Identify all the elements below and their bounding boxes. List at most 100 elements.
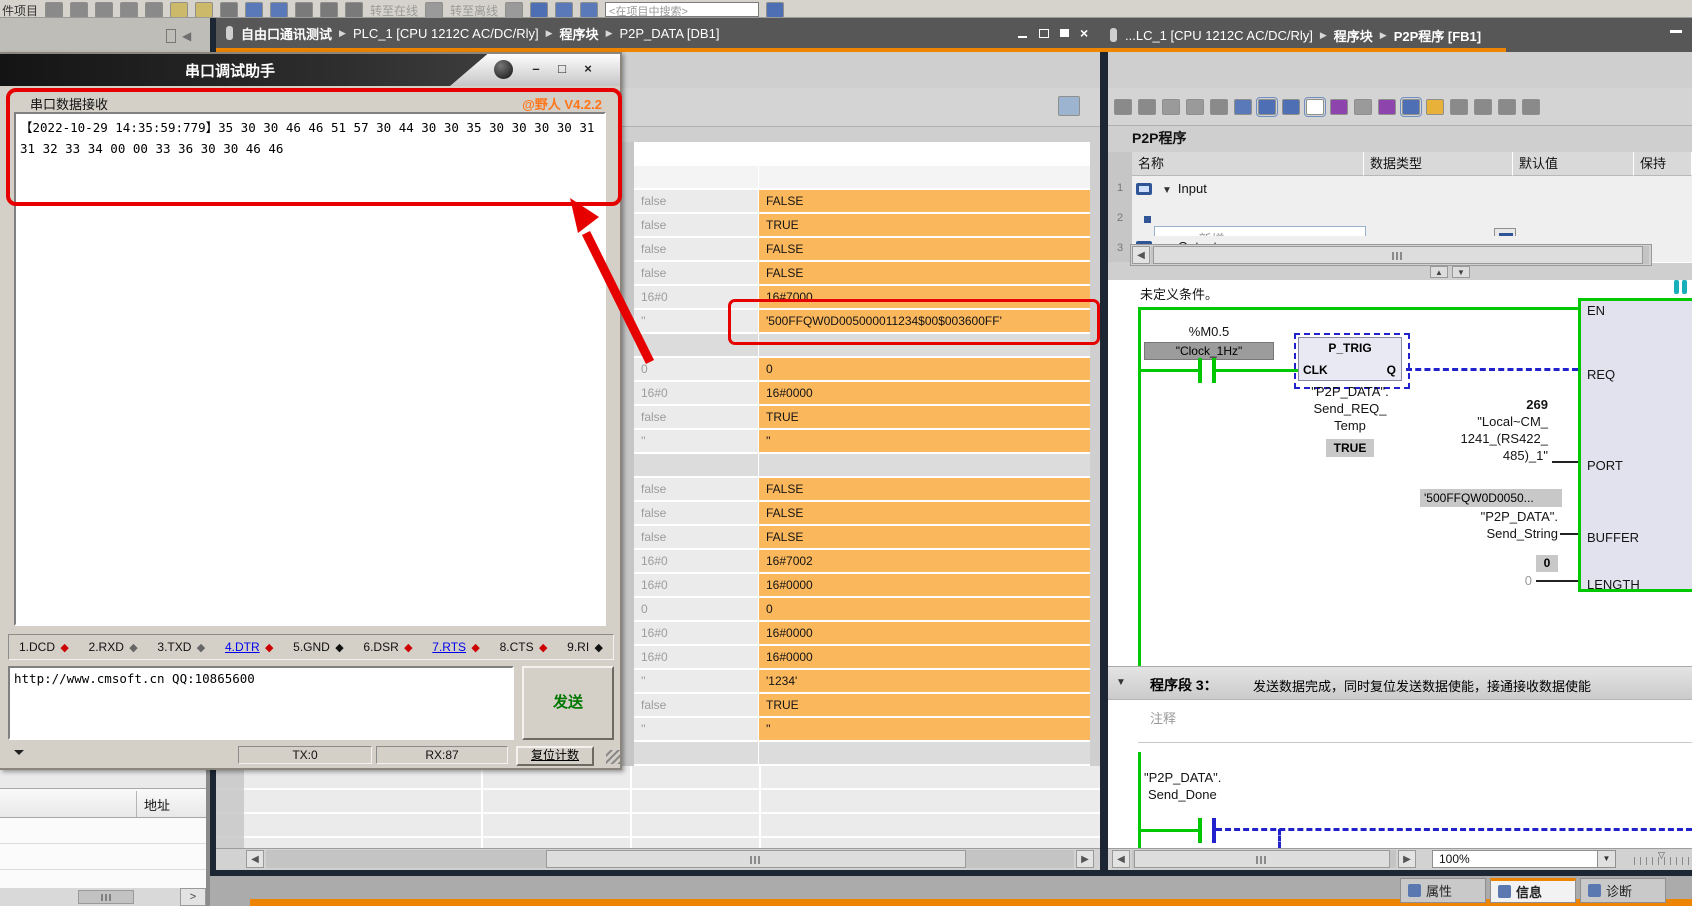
start-value-cell[interactable]: false [634, 262, 758, 284]
table-row[interactable]: false FALSE [634, 190, 1090, 212]
db-editor-titlebar[interactable]: 自由口通讯测试▶PLC_1 [CPU 1212C AC/DC/Rly]▶程序块▶… [216, 18, 1100, 52]
operand-ghost-icon[interactable] [1354, 99, 1372, 115]
maximize-icon[interactable]: □ [554, 61, 570, 77]
table-row[interactable]: false TRUE [634, 694, 1090, 716]
start-value-cell[interactable]: false [634, 694, 758, 716]
monitor-value-cell[interactable]: 16#0000 [759, 646, 1090, 668]
send-p2p-block[interactable]: EN REQ PORT BUFFER LENGTH [1578, 298, 1692, 592]
monitor-value-cell[interactable]: FALSE [759, 190, 1090, 212]
buffer-operand[interactable]: "P2P_DATA". [1408, 509, 1558, 524]
table-row[interactable] [634, 454, 1090, 476]
table-row[interactable]: false TRUE [634, 406, 1090, 428]
compile-icon[interactable] [220, 2, 238, 18]
monitor-value-cell[interactable]: '1234' [759, 670, 1090, 692]
go-online-label[interactable]: 转至在线 [370, 2, 418, 18]
minimize-icon[interactable] [1670, 30, 1682, 33]
start-value-cell[interactable]: 0 [634, 598, 758, 620]
left-panel-hscrollbar[interactable]: > [0, 888, 206, 906]
monitor-value-cell[interactable] [759, 334, 1090, 356]
table-row[interactable] [634, 742, 1090, 764]
absolute-operand-icon[interactable] [1330, 99, 1348, 115]
breadcrumb-item[interactable]: 自由口通讯测试 [241, 24, 332, 43]
collapse-networks-icon[interactable] [1258, 99, 1276, 115]
var-row-input[interactable]: ▼Input [1132, 176, 1692, 203]
restore-icon[interactable] [1038, 28, 1050, 39]
go-offline-icon[interactable] [505, 2, 523, 18]
receive-data-area[interactable]: 【2022-10-29 14:35:59:779】35 30 30 46 46 … [14, 112, 606, 626]
monitor-value-cell[interactable]: 16#0000 [759, 622, 1090, 644]
table-row[interactable]: 16#0 16#0000 [634, 622, 1090, 644]
scrollbar-thumb[interactable] [1153, 246, 1643, 264]
paste-icon[interactable] [120, 2, 138, 18]
monitor-value-cell[interactable]: 16#0000 [759, 382, 1090, 404]
buffer-operand[interactable]: Send_String [1408, 526, 1558, 541]
table-row[interactable]: 0 0 [634, 358, 1090, 380]
scroll-left-icon[interactable]: ◀ [246, 850, 264, 868]
scroll-left-icon[interactable]: ◀ [1132, 246, 1150, 264]
symbolic-operand-icon[interactable] [1378, 99, 1396, 115]
monitoring-icon[interactable] [1522, 99, 1540, 115]
table-row[interactable] [634, 166, 1090, 188]
col-default[interactable]: 默认值 [1513, 152, 1634, 176]
table-row[interactable]: 16#0 16#0000 [634, 574, 1090, 596]
table-row[interactable]: 16#0 16#0000 [634, 646, 1090, 668]
start-value-cell[interactable]: '' [634, 670, 758, 692]
breadcrumb-item[interactable]: PLC_1 [CPU 1212C AC/DC/Rly] [353, 26, 539, 41]
breadcrumb-item[interactable]: 程序块 [560, 24, 599, 43]
table-row[interactable]: '' '' [634, 430, 1090, 452]
serial-debug-window[interactable]: 串口调试助手 – □ × 串口数据接收 @野人 V4.2.2 【2022-10-… [0, 52, 622, 770]
close-icon[interactable]: × [1080, 28, 1092, 39]
scrollbar-thumb[interactable] [1134, 850, 1390, 868]
delete-network-icon[interactable] [1138, 99, 1156, 115]
start-value-cell[interactable]: 16#0 [634, 574, 758, 596]
var-name[interactable]: Input [1178, 181, 1207, 196]
status-tab[interactable]: 诊断 [1580, 878, 1666, 903]
send-data-input[interactable]: http://www.cmsoft.cn QQ:10865600 [8, 666, 514, 740]
start-value-cell[interactable]: '' [634, 310, 758, 332]
insert-row-icon[interactable] [1162, 99, 1180, 115]
collapse-network-icon[interactable]: ▼ [1116, 677, 1126, 688]
port-operand[interactable]: 485)_1" [1408, 448, 1548, 463]
upload-icon[interactable] [270, 2, 288, 18]
scroll-left-icon[interactable]: ◀ [1112, 850, 1130, 868]
p-trig-block[interactable]: P_TRIG CLK Q [1298, 337, 1402, 381]
start-value-cell[interactable]: false [634, 214, 758, 236]
start-value-cell[interactable]: 16#0 [634, 550, 758, 572]
monitor-value-cell[interactable] [759, 166, 1090, 188]
monitor-value-cell[interactable]: 0 [759, 358, 1090, 380]
col-datatype[interactable]: 数据类型 [1364, 152, 1513, 176]
copy-icon[interactable] [95, 2, 113, 18]
monitor-value-cell[interactable]: 0 [759, 598, 1090, 620]
monitor-value-cell[interactable] [759, 742, 1090, 764]
start-value-cell[interactable]: false [634, 406, 758, 428]
trig-operand[interactable]: Send_REQ_ [1298, 401, 1402, 416]
send-button[interactable]: 发送 [522, 666, 614, 740]
breadcrumb-item[interactable]: ...LC_1 [CPU 1212C AC/DC/Rly] [1125, 28, 1313, 43]
add-row-icon[interactable] [1186, 99, 1204, 115]
monitor-value-cell[interactable]: FALSE [759, 502, 1090, 524]
project-search-icon[interactable] [766, 2, 784, 18]
cut-icon[interactable] [70, 2, 88, 18]
done-operand[interactable]: Send_Done [1148, 787, 1272, 802]
start-value-cell[interactable]: 16#0 [634, 622, 758, 644]
monitor-value-cell[interactable]: 16#7002 [759, 550, 1090, 572]
table-row[interactable]: false FALSE [634, 526, 1090, 548]
monitor-value-cell[interactable]: FALSE [759, 478, 1090, 500]
col-name[interactable]: 名称 [1132, 152, 1364, 176]
monitor-value-cell[interactable]: FALSE [759, 262, 1090, 284]
port-operand[interactable]: 1241_(RS422_ [1408, 431, 1548, 446]
network-comment-placeholder[interactable]: 注释 [1150, 708, 1176, 727]
monitor-value-cell[interactable]: TRUE [759, 694, 1090, 716]
start-value-cell[interactable]: false [634, 478, 758, 500]
table-row[interactable]: '' '1234' [634, 670, 1090, 692]
start-value-cell[interactable] [634, 454, 758, 476]
panel-collapse-controls[interactable]: ◀ [166, 26, 210, 46]
close-icon[interactable]: × [580, 61, 596, 77]
collapse-left-icon[interactable]: ◀ [182, 29, 191, 43]
done-operand[interactable]: "P2P_DATA". [1144, 770, 1268, 785]
table-row[interactable]: 16#0 16#0000 [634, 382, 1090, 404]
serial-titlebar[interactable]: 串口调试助手 – □ × [0, 54, 620, 86]
save-project-icon[interactable] [45, 2, 63, 18]
scrollbar-thumb[interactable] [546, 850, 966, 868]
table-row[interactable]: false FALSE [634, 478, 1090, 500]
